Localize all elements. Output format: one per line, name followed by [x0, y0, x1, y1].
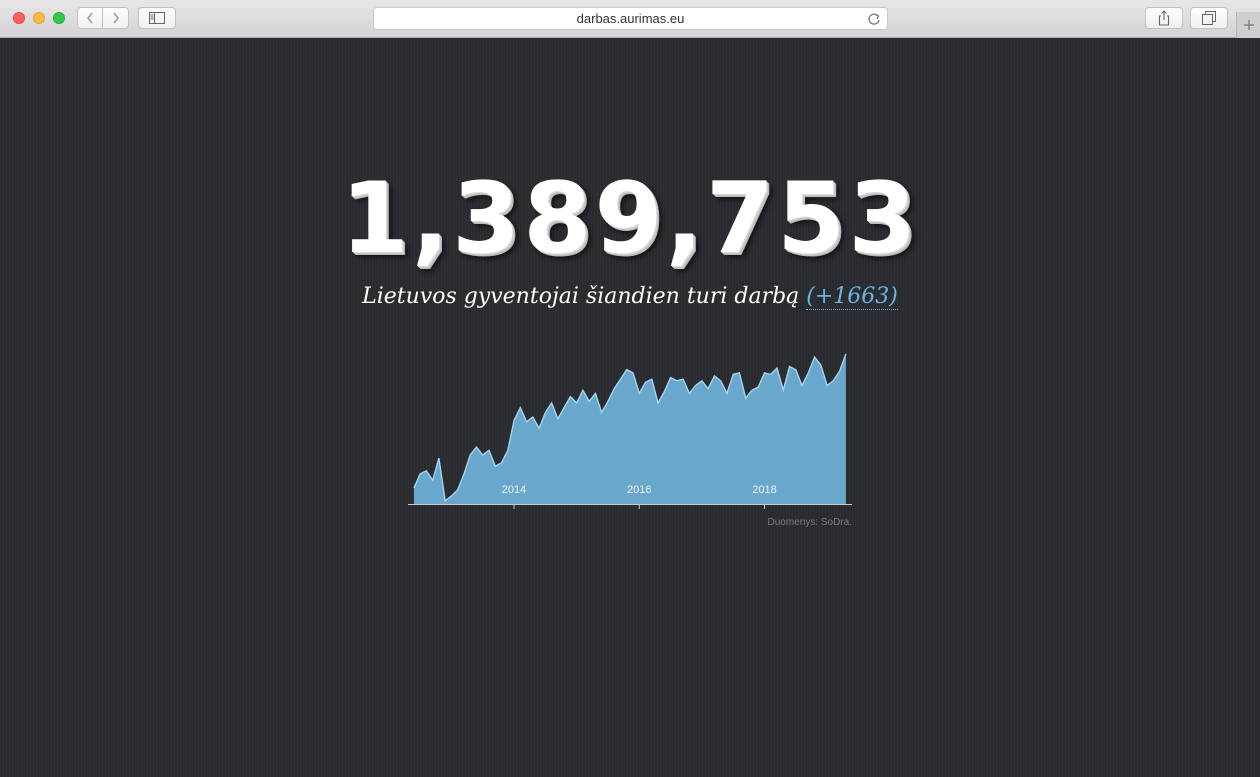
share-button[interactable] — [1145, 7, 1183, 29]
share-icon — [1158, 10, 1170, 26]
data-source-note: Duomenys: SoDra. — [767, 517, 852, 528]
browser-window: darbas.aurimas.eu 1,389,753 Lietuvos gyv… — [0, 0, 1260, 777]
address-bar[interactable]: darbas.aurimas.eu — [373, 7, 888, 30]
employment-area-chart: 2014 2016 2018 — [408, 353, 852, 509]
minimize-window-button[interactable] — [33, 12, 45, 24]
sidebar-icon — [149, 12, 165, 24]
back-button[interactable] — [77, 7, 103, 29]
page-content: 1,389,753 Lietuvos gyventojai šiandien t… — [0, 38, 1260, 777]
x-tick-label-2014: 2014 — [502, 484, 526, 496]
chevron-left-icon — [87, 12, 93, 24]
x-tick-label-2018: 2018 — [752, 484, 776, 496]
reload-icon[interactable] — [867, 12, 881, 26]
subtitle: Lietuvos gyventojai šiandien turi darbą … — [0, 282, 1260, 312]
plus-icon — [1243, 20, 1254, 30]
x-tick-label-2016: 2016 — [627, 484, 651, 496]
browser-toolbar: darbas.aurimas.eu — [0, 0, 1260, 38]
forward-button[interactable] — [103, 7, 129, 29]
new-tab-button[interactable] — [1236, 12, 1260, 38]
close-window-button[interactable] — [13, 12, 25, 24]
chevron-right-icon — [112, 12, 119, 24]
daily-change-link[interactable]: (+1663) — [806, 284, 898, 310]
sidebar-toggle-button[interactable] — [138, 7, 176, 29]
employment-area — [413, 353, 846, 504]
url-text: darbas.aurimas.eu — [576, 11, 685, 26]
employed-count: 1,389,753 — [340, 162, 920, 276]
show-tabs-button[interactable] — [1190, 7, 1228, 29]
maximize-window-button[interactable] — [53, 12, 65, 24]
subtitle-text: Lietuvos gyventojai šiandien turi darbą — [362, 284, 800, 309]
tabs-overview-icon — [1202, 11, 1216, 25]
